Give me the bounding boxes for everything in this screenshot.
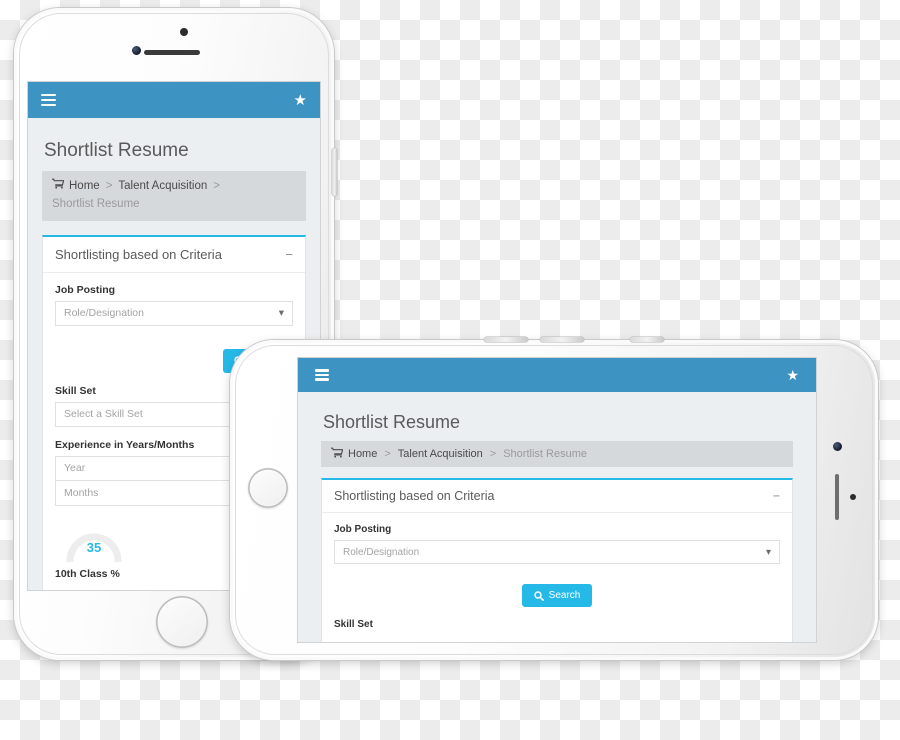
volume-down-button[interactable] <box>540 337 584 342</box>
criteria-card: Shortlisting based on Criteria − Job Pos… <box>321 478 793 642</box>
page-title: Shortlist Resume <box>323 412 461 432</box>
experience-year-placeholder: Year <box>64 462 86 475</box>
cart-icon <box>52 178 65 196</box>
app-navbar: Menu ★ Favorite <box>28 82 320 118</box>
volume-up-button[interactable] <box>484 337 528 342</box>
breadcrumb-item-talent-acquisition[interactable]: Talent Acquisition <box>398 448 483 460</box>
criteria-card-header[interactable]: Shortlisting based on Criteria − <box>43 237 305 273</box>
earpiece-speaker-icon <box>144 50 200 55</box>
page-title: Shortlist Resume <box>44 140 189 161</box>
star-icon[interactable]: ★ Favorite <box>294 93 307 108</box>
front-camera-icon <box>132 46 141 55</box>
tenth-class-gauge-value: 35 <box>86 539 102 555</box>
breadcrumb: Home > Talent Acquisition > Shortlist Re… <box>321 441 793 467</box>
search-icon <box>533 590 544 601</box>
breadcrumb-separator: > <box>489 448 497 460</box>
criteria-card-header[interactable]: Shortlisting based on Criteria − <box>322 480 792 513</box>
skill-set-label: Skill Set <box>334 619 373 630</box>
proximity-sensor-icon <box>850 494 856 500</box>
breadcrumb-item-home[interactable]: Home <box>69 178 100 196</box>
app-content-landscape: Shortlist Resume Home > Talent Acquisiti… <box>298 392 816 642</box>
criteria-card-body: Job Posting Role/Designation ▾ <box>322 513 792 642</box>
phone-landscape-screen: ★ Shortlist Resume Home > Talent Acquisi… <box>298 358 816 642</box>
breadcrumb-item-talent-acquisition[interactable]: Talent Acquisition <box>118 178 207 196</box>
search-button-label: Search <box>548 590 581 601</box>
earpiece-speaker-icon <box>835 474 839 520</box>
cart-icon <box>331 447 344 461</box>
app-navbar: ★ <box>298 358 816 392</box>
skill-set-placeholder: Select a Skill Set <box>64 408 143 421</box>
front-camera-icon <box>833 442 842 451</box>
breadcrumb-item-shortlist-resume: Shortlist Resume <box>503 448 587 460</box>
breadcrumb-item-home[interactable]: Home <box>348 448 377 460</box>
chevron-down-icon: ▾ <box>765 546 771 558</box>
job-posting-label: Job Posting <box>334 524 392 535</box>
job-posting-value: Role/Designation <box>343 546 420 558</box>
job-posting-select[interactable]: Role/Designation ▾ <box>334 540 780 564</box>
device-phone-landscape: ★ Shortlist Resume Home > Talent Acquisi… <box>230 337 878 660</box>
hamburger-icon[interactable]: Menu <box>41 91 56 109</box>
breadcrumb-separator: > <box>384 448 391 460</box>
hamburger-icon[interactable] <box>315 367 329 383</box>
job-posting-select[interactable]: Role/Designation ▾ <box>55 300 293 326</box>
search-button[interactable]: Search <box>521 584 593 607</box>
home-button[interactable] <box>156 596 208 648</box>
breadcrumb-separator: > <box>105 180 113 192</box>
mockup-stage: Menu ★ Favorite Shortlist Resume <box>0 0 900 740</box>
tenth-class-gauge[interactable]: 35 <box>63 520 125 565</box>
experience-months-placeholder: Months <box>64 486 99 499</box>
job-posting-value: Role/Designation <box>64 307 144 320</box>
power-button[interactable] <box>332 148 337 196</box>
breadcrumb-separator: > <box>213 180 220 192</box>
criteria-card-title: Shortlisting based on Criteria <box>334 489 495 503</box>
search-button-row: Search <box>334 584 780 607</box>
breadcrumb-item-shortlist-resume: Shortlist Resume <box>52 197 140 210</box>
proximity-sensor-icon <box>180 28 188 36</box>
breadcrumb: Home > Talent Acquisition > Shortlist Re… <box>42 171 306 221</box>
criteria-card-title: Shortlisting based on Criteria <box>55 246 222 262</box>
star-icon[interactable]: ★ <box>786 368 799 382</box>
minus-icon[interactable]: − <box>773 489 780 503</box>
minus-icon[interactable]: − <box>285 247 293 262</box>
ringer-switch[interactable] <box>630 337 664 342</box>
home-button[interactable] <box>248 468 288 508</box>
job-posting-label: Job Posting <box>55 283 116 296</box>
chevron-down-icon: ▾ <box>278 307 284 320</box>
